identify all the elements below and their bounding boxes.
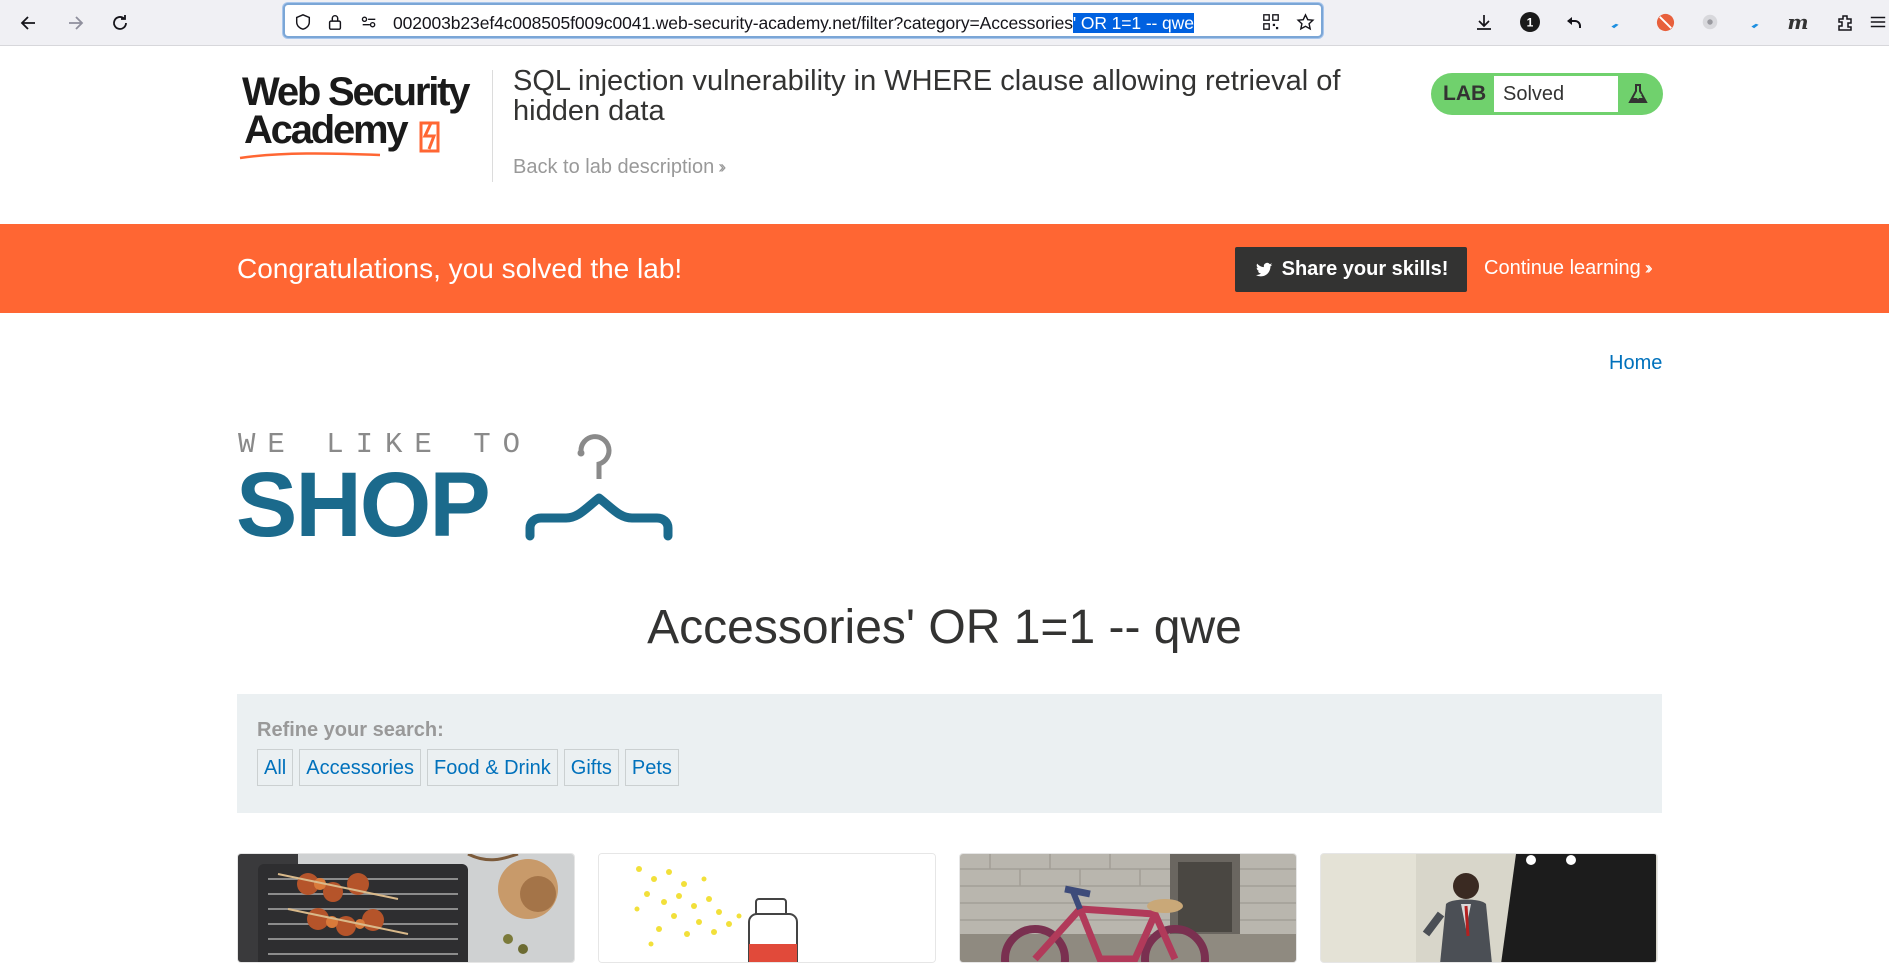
product-image-speaker [1321,854,1657,962]
qr-code-icon[interactable] [1261,12,1281,32]
twitter-icon [1255,262,1272,276]
product-image-grill [238,854,574,962]
bing-icon[interactable] [1602,9,1628,35]
back-arrow-icon[interactable] [14,8,44,38]
reload-icon[interactable] [105,8,135,38]
continue-learning-link[interactable]: Continue learning ›› [1484,257,1653,280]
filter-food-drink[interactable]: Food & Drink [427,749,558,786]
permissions-icon[interactable] [359,12,379,32]
shield-icon[interactable] [293,12,313,32]
category-filters: All Accessories Food & Drink Gifts Pets [257,749,679,786]
lab-status-label: LAB [1443,82,1487,105]
filter-all[interactable]: All [257,749,294,786]
extension-icon[interactable] [1832,9,1858,35]
refine-label: Refine your search: [257,719,444,741]
continue-learning-label: Continue learning [1484,257,1641,279]
url-text: 002003b23ef4c008505f009c0041.web-securit… [393,13,1194,34]
header-divider [492,70,493,182]
url-selection: ' OR 1=1 -- qwe [1072,13,1194,33]
m-extension-icon[interactable]: m [1785,9,1811,35]
bing-icon-2[interactable] [1742,9,1768,35]
hanger-icon [525,434,673,541]
home-link[interactable]: Home [1609,352,1662,375]
we-like-to-shop-logo[interactable]: WE LIKE TO SHOP [236,424,686,556]
undo-icon[interactable] [1561,9,1587,35]
double-chevron-icon: ›› [718,157,726,177]
gear-extension-icon[interactable] [1697,9,1723,35]
lab-status-value: Solved [1494,76,1618,112]
bookmark-star-icon[interactable] [1295,12,1315,32]
shop-word: SHOP [236,454,489,544]
svg-text:1: 1 [1527,16,1534,30]
menu-icon[interactable] [1868,9,1888,35]
product-image-bicycle [960,854,1296,962]
back-link-label: Back to lab description [513,156,715,178]
banner-message: Congratulations, you solved the lab! [237,253,683,284]
url-bar[interactable]: 002003b23ef4c008505f009c0041.web-securit… [283,3,1323,38]
product-card[interactable] [237,853,575,963]
refine-search-panel: Refine your search: All Accessories Food… [237,694,1662,813]
logo-line2: Academy [244,108,409,152]
double-chevron-icon: ›› [1644,258,1653,278]
blocker-extension-icon[interactable] [1652,9,1678,35]
share-your-skills-button[interactable]: Share your skills! [1235,247,1467,292]
product-image-spray [599,854,935,962]
web-security-academy-logo[interactable]: Web Security Academy [238,70,488,163]
password-manager-icon[interactable]: 1 [1517,9,1543,35]
flask-icon [1623,79,1653,109]
lab-status-badge: LAB Solved [1431,73,1663,115]
product-card[interactable] [959,853,1297,963]
back-to-lab-description-link[interactable]: Back to lab description ›› [513,156,726,179]
download-icon[interactable] [1471,9,1497,35]
lab-solved-banner: Congratulations, you solved the lab! Sha… [0,224,1889,313]
filter-gifts[interactable]: Gifts [563,749,619,786]
page-title: Accessories' OR 1=1 -- qwe [647,601,1242,654]
product-card[interactable] [1320,853,1658,963]
product-grid [237,853,1662,963]
lock-icon[interactable] [325,12,345,32]
product-card[interactable] [598,853,936,963]
lab-title: SQL injection vulnerability in WHERE cla… [513,65,1341,127]
filter-pets[interactable]: Pets [624,749,679,786]
share-button-label: Share your skills! [1281,258,1449,280]
filter-accessories[interactable]: Accessories [299,749,422,786]
url-main: 002003b23ef4c008505f009c0041.web-securit… [393,13,1073,33]
browser-toolbar: 002003b23ef4c008505f009c0041.web-securit… [0,0,1889,46]
forward-arrow-icon[interactable] [60,8,90,38]
